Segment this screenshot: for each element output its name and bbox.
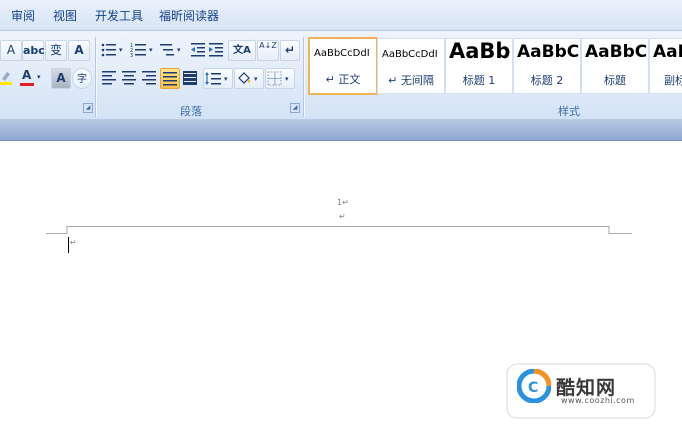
chinese-layout-button[interactable]: 文A	[228, 40, 256, 61]
clear-format-icon: abc	[23, 44, 45, 57]
style-name: 标题 2	[530, 74, 564, 87]
menu-foxit-reader[interactable]: 福昕阅读器	[159, 8, 219, 24]
menu-review[interactable]: 审阅	[11, 8, 35, 24]
svg-text:▾: ▾	[119, 46, 123, 54]
text-cursor	[68, 237, 69, 253]
style-name: ↵ 无间隔	[388, 74, 434, 87]
watermark-url: www.coozhi.com	[561, 396, 635, 405]
group-separator	[95, 37, 96, 117]
chinese-layout-icon: 文A	[233, 45, 251, 56]
svg-text:▾: ▾	[224, 75, 228, 83]
bullets-icon: ▾	[101, 43, 123, 57]
multilevel-list-icon: ▾	[160, 44, 181, 56]
style-sample: AaBbC	[517, 42, 580, 62]
enclose-character-icon: 字	[77, 74, 87, 85]
borders-button[interactable]: ▾	[265, 68, 295, 89]
highlighter-icon	[0, 72, 12, 85]
sort-button[interactable]: A↓Z	[257, 40, 279, 61]
highlight-color-button[interactable]	[0, 68, 12, 87]
style-name: 副标	[664, 74, 682, 87]
paragraph-mark-icon: ↵	[284, 43, 296, 57]
show-hide-marks-button[interactable]: ↵	[280, 40, 300, 61]
distributed-icon	[183, 71, 197, 85]
style-sample: AaE	[653, 42, 682, 62]
style-sample: AaBb	[449, 39, 511, 63]
increase-indent-button[interactable]	[207, 40, 225, 59]
character-border-button[interactable]: A	[68, 40, 90, 61]
style-name: 标题 1	[462, 74, 496, 87]
phonetic-guide-icon: 变	[49, 43, 62, 57]
align-center-icon	[122, 71, 136, 85]
line-spacing-button[interactable]: ▾	[203, 68, 233, 89]
page-boundary	[46, 226, 632, 234]
coozhi-logo-icon: C	[517, 369, 551, 403]
character-shading-button[interactable]: A	[51, 68, 71, 89]
align-left-icon	[102, 71, 116, 85]
decrease-indent-icon	[191, 43, 205, 57]
page-number: 1↵	[337, 198, 349, 207]
body-paragraph-mark: ↵	[70, 238, 77, 247]
decrease-indent-button[interactable]	[189, 40, 207, 59]
svg-text:C: C	[528, 380, 538, 396]
ribbon-bottom-strip	[0, 119, 682, 141]
bullets-button[interactable]: ▾	[100, 40, 130, 59]
svg-text:▾: ▾	[177, 46, 181, 54]
style-title[interactable]: AaBbC 标题	[581, 38, 649, 94]
shading-button[interactable]: ▾	[234, 68, 264, 89]
chevron-down-icon: ▾	[37, 73, 41, 81]
numbering-icon: 1 2 3 ▾	[130, 43, 153, 59]
style-sample: AaBbCcDdI	[382, 49, 438, 60]
group-separator	[303, 37, 304, 117]
paragraph-dialog-launcher[interactable]: ◢	[290, 103, 300, 113]
distributed-button[interactable]	[181, 68, 199, 87]
shrink-font-button[interactable]: A	[0, 40, 22, 61]
style-subtitle[interactable]: AaE 副标	[649, 38, 682, 94]
style-name: ↵ 正文	[325, 73, 361, 86]
menu-developer-tools[interactable]: 开发工具	[95, 8, 143, 24]
svg-text:▾: ▾	[149, 46, 153, 54]
style-normal[interactable]: AaBbCcDdI ↵ 正文	[308, 37, 378, 95]
font-color-swatch	[20, 83, 34, 86]
phonetic-guide-button[interactable]: 变	[45, 40, 67, 61]
font-color-button[interactable]: A ▾	[16, 68, 44, 87]
justify-button[interactable]	[160, 68, 180, 89]
clear-format-button[interactable]: abc	[22, 40, 45, 61]
paint-bucket-icon: ▾	[238, 72, 258, 84]
increase-indent-icon	[209, 43, 223, 57]
style-sample: AaBbC	[585, 42, 648, 62]
align-left-button[interactable]	[100, 68, 118, 87]
menu-view[interactable]: 视图	[53, 8, 77, 24]
sort-icon: A↓Z	[259, 41, 277, 50]
multilevel-list-button[interactable]: ▾	[160, 40, 188, 59]
svg-text:3: 3	[130, 53, 133, 59]
svg-text:▾: ▾	[254, 75, 258, 83]
ribbon: A abc 变 A A ▾ A 字 ◢ ▾ 1 2 3 ▾ ▾ 文A A↓Z ↵…	[0, 31, 682, 119]
style-no-spacing[interactable]: AaBbCcDdI ↵ 无间隔	[377, 38, 445, 94]
paragraph-group-label: 段落	[180, 105, 202, 118]
shrink-font-icon: A	[6, 43, 16, 57]
numbering-button[interactable]: 1 2 3 ▾	[130, 40, 160, 59]
style-heading-1[interactable]: AaBb 标题 1	[445, 38, 513, 94]
borders-icon: ▾	[267, 71, 289, 86]
style-heading-2[interactable]: AaBbC 标题 2	[513, 38, 581, 94]
character-shading-icon: A	[56, 71, 66, 85]
align-center-button[interactable]	[120, 68, 138, 87]
justify-icon	[163, 72, 177, 86]
header-paragraph-mark: ↵	[339, 212, 346, 221]
line-spacing-icon: ▾	[205, 72, 228, 85]
align-right-button[interactable]	[140, 68, 158, 87]
align-right-icon	[142, 71, 156, 85]
styles-group-label: 样式	[558, 105, 580, 118]
font-dialog-launcher[interactable]: ◢	[83, 103, 93, 113]
style-sample: AaBbCcDdI	[314, 48, 370, 59]
svg-text:▾: ▾	[285, 75, 289, 83]
enclose-character-button[interactable]: 字	[72, 68, 92, 89]
style-name: 标题	[604, 74, 626, 87]
character-border-icon: A	[74, 43, 84, 57]
menu-bar: 审阅 视图 开发工具 福昕阅读器	[0, 0, 682, 31]
